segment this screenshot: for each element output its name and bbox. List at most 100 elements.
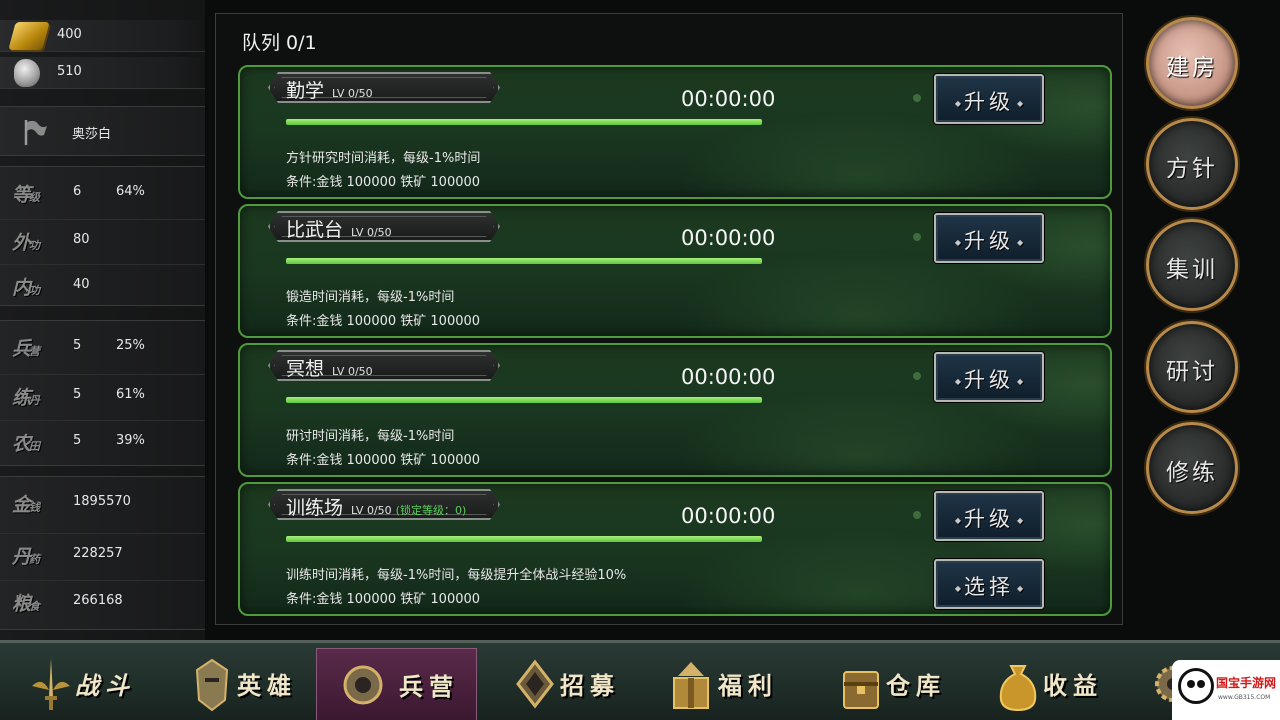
chest-icon [843, 671, 879, 709]
stat-level-value: 6 [73, 184, 82, 199]
diamond-banner-icon [516, 659, 554, 709]
upgrade-condition: 条件:金钱 100000 铁矿 100000 [286, 175, 481, 190]
stat-pills-value: 228257 [73, 546, 123, 561]
tab-discussion[interactable]: 研讨 [1146, 321, 1238, 413]
tab-policy[interactable]: 方针 [1146, 118, 1238, 210]
nav-battle[interactable]: 战斗 [25, 648, 165, 720]
queue-title: 队列 0/1 [242, 32, 317, 54]
building-name-plate: 比武台 LV 0/50 [268, 211, 500, 242]
stat-farm-value: 5 [73, 433, 82, 448]
stat-inner-label: 内功 [12, 277, 40, 299]
building-name-plate: 勤学 LV 0/50 [268, 72, 500, 103]
site-watermark: 国宝手游网 www.GB315.COM [1172, 660, 1280, 720]
stat-farm: 农田 5 39% [0, 420, 205, 460]
nav-recruit[interactable]: 招募 [510, 648, 630, 720]
build-progress-bar [286, 119, 762, 125]
wealth-group: 金钱 1895570 丹药 228257 粮食 266168 [0, 476, 205, 630]
stat-food: 粮食 266168 [0, 580, 205, 620]
stat-food-value: 266168 [73, 593, 123, 608]
select-button[interactable]: 选择 [934, 559, 1044, 609]
build-timer: 00:00:00 [681, 87, 776, 111]
stat-farm-label: 农田 [12, 433, 40, 455]
stat-farm-percent: 39% [116, 433, 145, 448]
bottom-nav: 战斗 英雄 兵营 招募 福利 仓库 收益 [0, 640, 1280, 720]
nav-warehouse[interactable]: 仓库 [838, 648, 958, 720]
money-bag-icon [999, 665, 1037, 712]
nav-barracks[interactable]: 兵营 [316, 648, 477, 720]
flag-icon [24, 120, 47, 145]
build-timer: 00:00:00 [681, 504, 776, 528]
nav-heroes[interactable]: 英雄 [185, 648, 305, 720]
upgrade-condition: 条件:金钱 100000 铁矿 100000 [286, 453, 481, 468]
building-name: 训练场 [286, 497, 344, 519]
stat-money-value: 1895570 [73, 494, 131, 509]
player-name: 奥莎白 [72, 127, 112, 142]
helmet-icon [195, 658, 229, 712]
stat-level-percent: 64% [116, 184, 145, 199]
building-name: 冥想 [286, 358, 325, 380]
nav-warehouse-label: 仓库 [886, 671, 946, 700]
stat-money-label: 金钱 [12, 494, 40, 516]
upgrade-button[interactable]: 升级 [934, 74, 1044, 124]
buildings-group: 兵营 5 25% 练丹 5 61% 农田 5 39% [0, 320, 205, 466]
status-dot [913, 233, 921, 241]
stat-inner-power: 内功 40 [0, 264, 205, 304]
building-card-mingxiang: 冥想 LV 0/50 00:00:00 研讨时间消耗，每级-1%时间 条件:金钱 … [238, 343, 1112, 477]
player-name-row: 奥莎白 [0, 106, 205, 156]
upgrade-button[interactable]: 升级 [934, 352, 1044, 402]
building-level: LV 0/50 [351, 504, 392, 517]
stat-alchemy-percent: 61% [116, 387, 145, 402]
upgrade-button[interactable]: 升级 [934, 213, 1044, 263]
nav-heroes-label: 英雄 [237, 671, 297, 700]
building-description: 锻造时间消耗，每级-1%时间 [286, 290, 455, 305]
stat-alchemy-value: 5 [73, 387, 82, 402]
nav-battle-label: 战斗 [75, 671, 135, 700]
building-level: LV 0/50 [332, 87, 373, 100]
upgrade-condition: 条件:金钱 100000 铁矿 100000 [286, 314, 481, 329]
tab-cultivate[interactable]: 修练 [1146, 422, 1238, 514]
build-progress-bar [286, 258, 762, 264]
nav-welfare-label: 福利 [718, 671, 778, 700]
building-name-plate: 训练场 LV 0/50 (锁定等级：0) [268, 489, 500, 520]
upgrade-button[interactable]: 升级 [934, 491, 1044, 541]
stat-barracks-percent: 25% [116, 338, 145, 353]
stat-level: 等级 6 64% [0, 172, 205, 212]
silver-amount: 510 [57, 64, 82, 79]
build-progress-bar [286, 536, 762, 542]
silver-ore-icon [14, 59, 40, 87]
nav-earnings-label: 收益 [1043, 671, 1103, 700]
tab-training[interactable]: 集训 [1146, 219, 1238, 311]
status-dot [913, 94, 921, 102]
stat-barracks: 兵营 5 25% [0, 326, 205, 366]
gift-box-icon [673, 662, 709, 709]
building-name: 勤学 [286, 80, 325, 102]
watermark-brand: 国宝手游网 [1216, 676, 1277, 690]
watermark-url: www.GB315.COM [1218, 694, 1271, 701]
tab-build-house[interactable]: 建房 [1146, 17, 1238, 109]
nav-barracks-label: 兵营 [399, 672, 459, 701]
stat-barracks-value: 5 [73, 338, 82, 353]
panda-logo-icon [1178, 668, 1214, 704]
build-queue-panel: 队列 0/1 勤学 LV 0/50 00:00:00 方针研究时间消耗，每级-1%… [215, 13, 1123, 625]
nav-earnings[interactable]: 收益 [995, 648, 1125, 720]
stat-food-label: 粮食 [12, 593, 40, 615]
stat-alchemy-label: 练丹 [12, 387, 40, 409]
building-card-biwutai: 比武台 LV 0/50 00:00:00 锻造时间消耗，每级-1%时间 条件:金钱… [238, 204, 1112, 338]
building-description: 训练时间消耗，每级-1%时间，每级提升全体战斗经验10% [286, 568, 627, 583]
status-dot [913, 511, 921, 519]
locked-level-note: (锁定等级：0) [395, 504, 467, 517]
nav-welfare[interactable]: 福利 [668, 648, 788, 720]
gold-ingot-icon [8, 22, 50, 50]
nav-recruit-label: 招募 [560, 671, 620, 700]
gold-amount: 400 [57, 27, 82, 42]
stat-outer-power: 外功 80 [0, 219, 205, 259]
gold-resource-bar: 400 [0, 20, 205, 52]
building-name: 比武台 [286, 219, 344, 241]
status-dot [913, 372, 921, 380]
build-timer: 00:00:00 [681, 365, 776, 389]
stat-money: 金钱 1895570 [0, 482, 205, 522]
building-card-qinxue: 勤学 LV 0/50 00:00:00 方针研究时间消耗，每级-1%时间 条件:金… [238, 65, 1112, 199]
stat-pills: 丹药 228257 [0, 533, 205, 573]
stat-outer-value: 80 [73, 232, 90, 247]
barracks-shield-icon [343, 665, 383, 705]
